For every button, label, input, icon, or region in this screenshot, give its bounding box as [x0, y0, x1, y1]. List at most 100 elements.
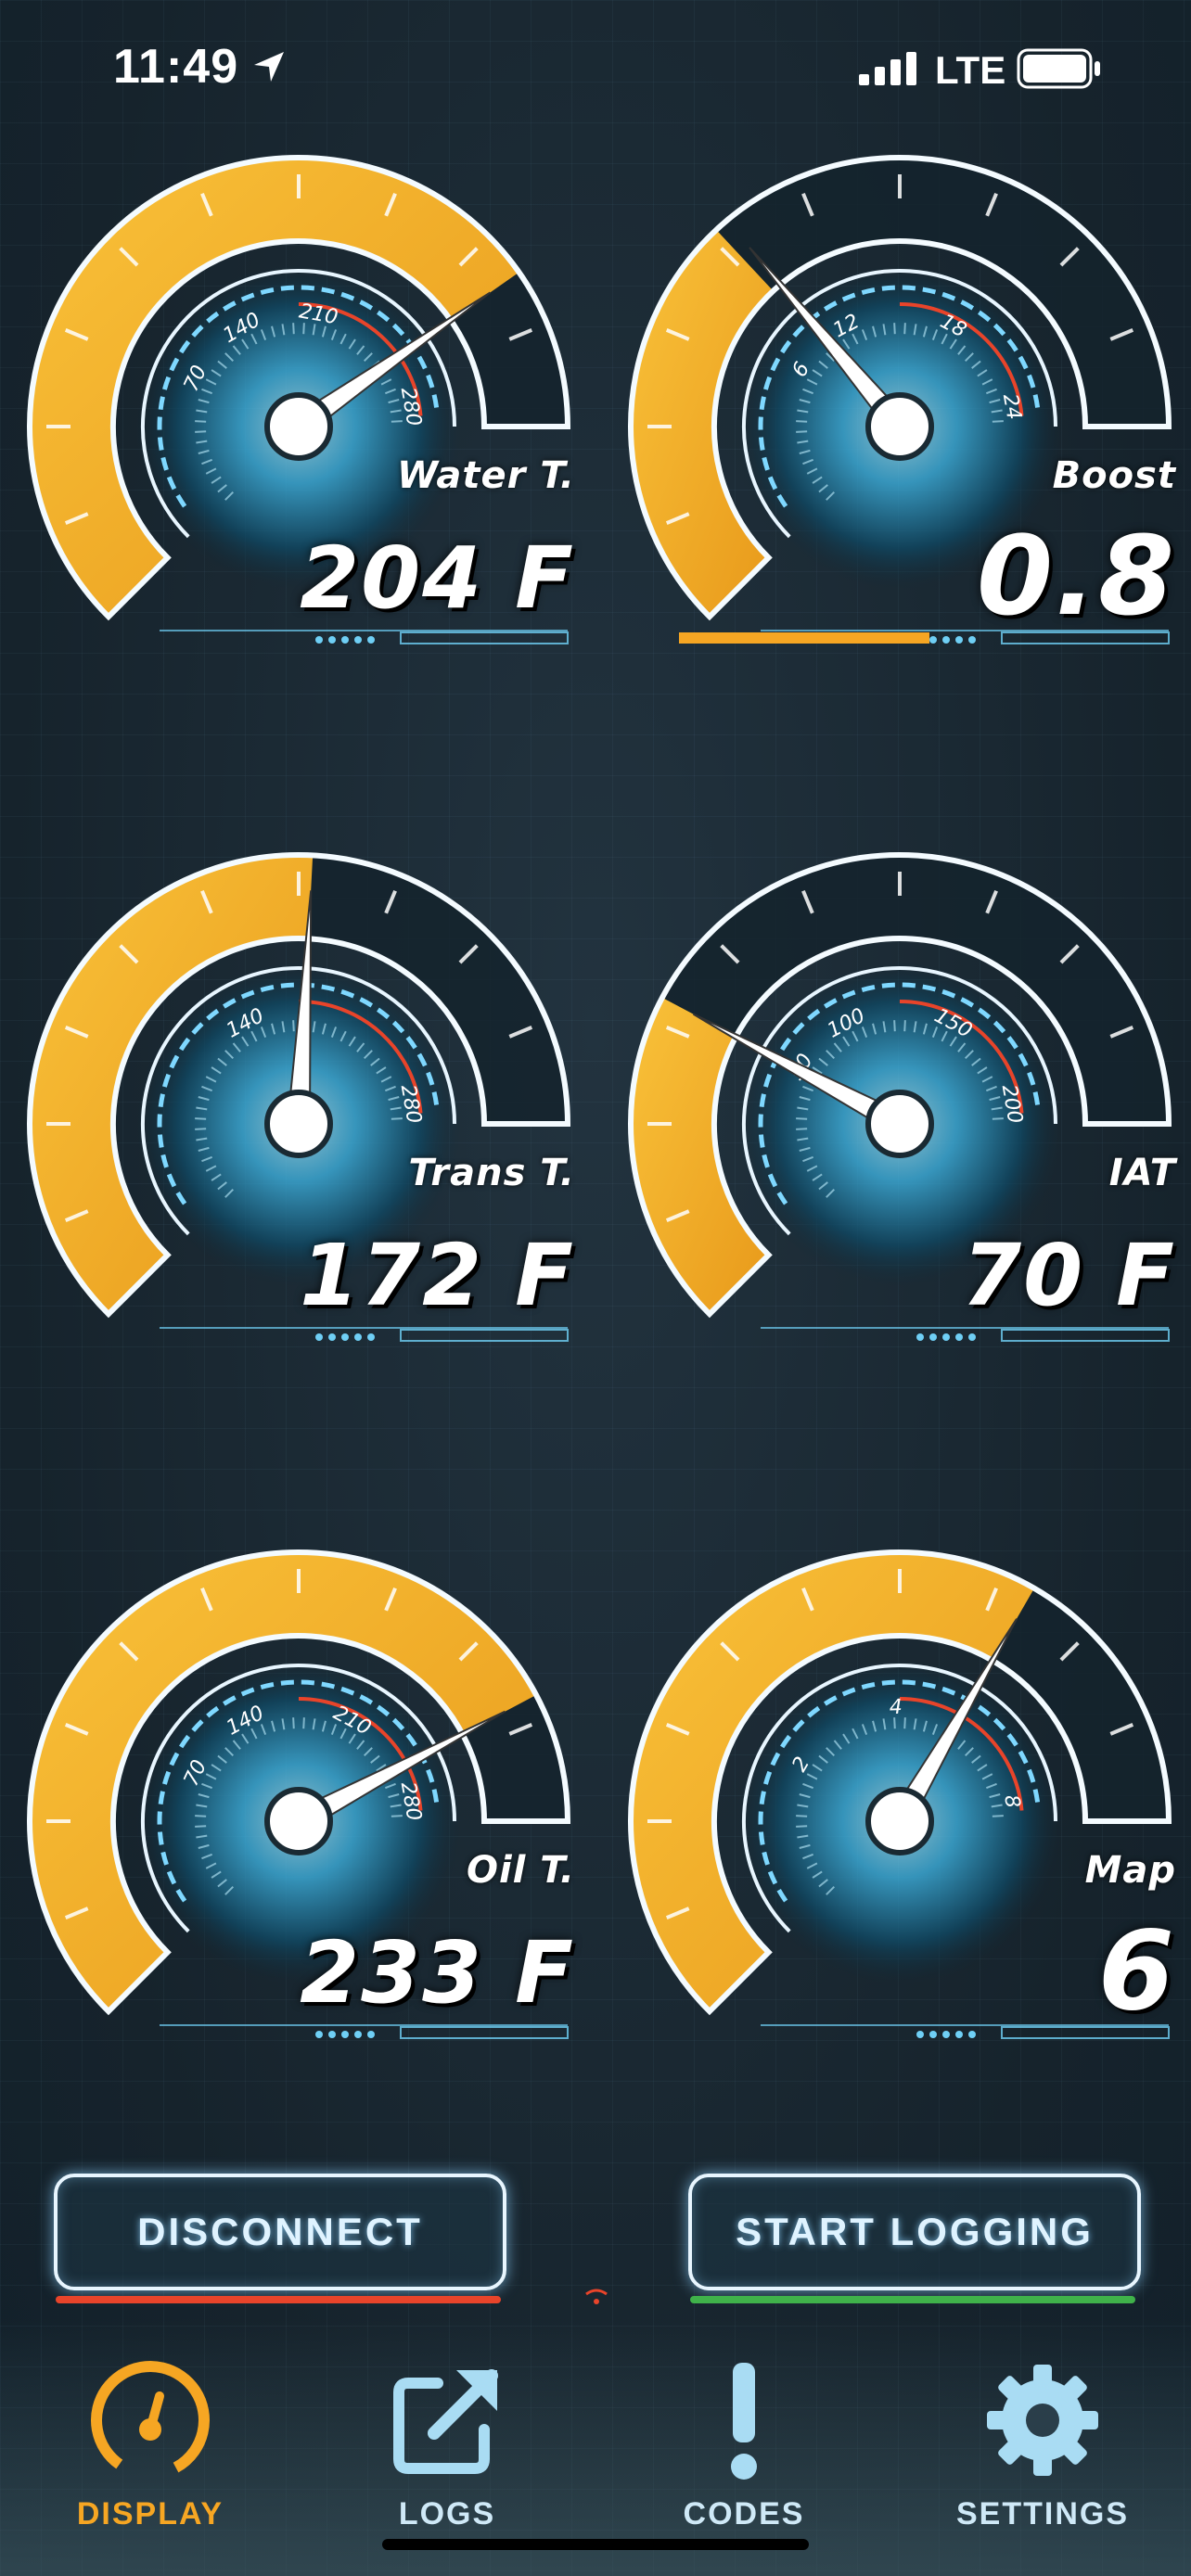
tab-label: CODES: [683, 2496, 805, 2531]
gauge-level-bar: [679, 632, 929, 644]
gauge-value: 233 F: [300, 1923, 575, 2022]
home-indicator: [382, 2539, 809, 2550]
gauge-icon: [91, 2361, 210, 2480]
gauge-iat[interactable]: 50100150200 IAT 70 F: [612, 846, 1187, 1476]
gauge-underline-bar: [400, 2026, 569, 2039]
location-arrow-icon: [254, 52, 284, 82]
gauge-dot: [315, 636, 323, 644]
gauge-minor-tick: [292, 1717, 295, 1729]
gauge-minor-tick: [302, 323, 305, 335]
gauge-dot: [315, 1333, 323, 1341]
gauge-minor-tick: [796, 1825, 808, 1828]
gauge-minor-tick: [195, 430, 207, 433]
gauge-dot: [354, 1333, 362, 1341]
gauge-minor-tick: [195, 1825, 207, 1828]
gauge-dot: [328, 1333, 336, 1341]
gauge-minor-tick: [302, 1717, 305, 1729]
tab-display[interactable]: DISPLAY: [30, 2355, 271, 2541]
gauge-minor-tick: [796, 430, 808, 433]
gauge-dot: [341, 636, 349, 644]
gauge-minor-tick: [903, 1717, 906, 1729]
gauge-dot: [955, 2031, 963, 2038]
network-type: LTE: [935, 48, 1006, 92]
tab-label: DISPLAY: [76, 2496, 224, 2531]
gauge-minor-tick: [992, 420, 1004, 423]
gauge-dot: [942, 636, 950, 644]
gauge-minor-tick: [796, 1815, 808, 1817]
tab-label: SETTINGS: [955, 2496, 1130, 2531]
gauge-hub: [865, 1090, 934, 1158]
gauge-dot: [367, 2031, 375, 2038]
tab-label: LOGS: [398, 2496, 496, 2531]
gauge-minor-tick: [391, 1117, 403, 1120]
tab-codes[interactable]: CODES: [623, 2355, 864, 2541]
gauge-minor-tick: [195, 420, 207, 423]
gauge-minor-tick: [903, 1020, 906, 1032]
gauge-tick-label: 4: [889, 1696, 903, 1719]
gauge-dot: [968, 2031, 976, 2038]
wifi-signal-icon: [585, 2289, 608, 2304]
gauge-dot: [354, 2031, 362, 2038]
tab-logs[interactable]: LOGS: [327, 2355, 568, 2541]
gauge-dot: [341, 2031, 349, 2038]
gauge-hub: [865, 1787, 934, 1855]
gauge-dot: [328, 636, 336, 644]
gauge-hub: [264, 1787, 333, 1855]
disconnect-indicator-bar: [56, 2296, 501, 2303]
status-bar: 11:49 LTE: [0, 0, 1191, 139]
gauge-underline-bar: [400, 1329, 569, 1342]
gauge-minor-tick: [903, 323, 906, 335]
gauge-hub: [264, 1090, 333, 1158]
gauge-dot: [916, 2031, 924, 2038]
gauge-value: 0.8: [976, 512, 1176, 640]
gauge-dot: [341, 1333, 349, 1341]
gauge-minor-tick: [391, 420, 403, 423]
gauge-underline-bar: [400, 631, 569, 644]
gauge-dot: [968, 1333, 976, 1341]
status-time: 11:49: [113, 40, 239, 94]
logging-indicator-bar: [690, 2296, 1135, 2303]
gauge-underline-bar: [1001, 1329, 1170, 1342]
gauge-minor-tick: [893, 323, 896, 335]
tab-settings[interactable]: SETTINGS: [922, 2355, 1163, 2541]
gauge-label: Trans T.: [408, 1152, 575, 1194]
gauge-dot: [955, 1333, 963, 1341]
gauge-dot: [968, 636, 976, 644]
gauge-minor-tick: [391, 1815, 403, 1817]
gauge-dot: [929, 1333, 937, 1341]
gauge-value: 70 F: [962, 1226, 1176, 1325]
signal-strength-icon: [859, 52, 916, 85]
gauge-dot: [916, 1333, 924, 1341]
battery-icon: [1017, 48, 1100, 89]
gauge-minor-tick: [893, 1020, 896, 1032]
gauge-dot: [942, 2031, 950, 2038]
gauge-minor-tick: [292, 1020, 295, 1032]
gauge-label: Map: [1084, 1849, 1176, 1892]
gauge-minor-tick: [796, 1117, 808, 1120]
gauge-minor-tick: [992, 1815, 1004, 1817]
gauge-minor-tick: [195, 1117, 207, 1120]
gauge-dot: [929, 2031, 937, 2038]
gauge-label: Water T.: [397, 454, 575, 497]
gauge-tick-label: 24: [998, 392, 1025, 422]
export-icon: [393, 2369, 498, 2474]
gauge-minor-tick: [292, 323, 295, 335]
gauge-value: 6: [1097, 1906, 1176, 2034]
gauge-dot: [942, 1333, 950, 1341]
disconnect-button[interactable]: DISCONNECT: [54, 2174, 506, 2290]
gauge-label: IAT: [1108, 1152, 1176, 1194]
gauge-map[interactable]: 248 Map 6: [612, 1543, 1187, 2174]
gauge-boost[interactable]: 6 12 18 24 Boost 0.8: [612, 148, 1187, 779]
gear-icon: [987, 2365, 1098, 2476]
gauge-value: 204 F: [300, 529, 575, 628]
start-logging-button[interactable]: START LOGGING: [688, 2174, 1141, 2290]
gauge-minor-tick: [796, 420, 808, 423]
gauge-hub: [264, 392, 333, 461]
gauge-water-temp[interactable]: 70 140 210 280 Water T. 204 F: [11, 148, 586, 779]
gauge-dot: [315, 2031, 323, 2038]
gauge-oil-temp[interactable]: 70 140 210 280 Oil T. 233 F: [11, 1543, 586, 2174]
gauge-dot: [328, 2031, 336, 2038]
gauge-dot: [354, 636, 362, 644]
gauge-trans-temp[interactable]: 140 280 Trans T. 172 F: [11, 846, 586, 1476]
gauge-hub: [865, 392, 934, 461]
